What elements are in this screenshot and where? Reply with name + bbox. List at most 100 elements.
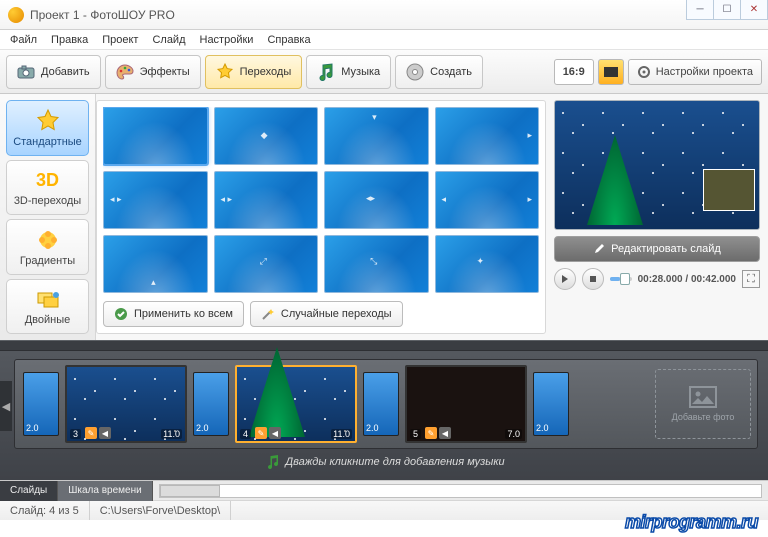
transition-chip[interactable]: 2.0 <box>193 372 229 436</box>
play-button[interactable] <box>554 268 576 290</box>
timeline-slide[interactable]: 4✎◀11.0 <box>235 365 357 443</box>
transition-thumb[interactable]: ⤡ <box>324 235 429 293</box>
tab-slides[interactable]: Слайды <box>0 481 58 501</box>
preview-inset <box>703 169 755 211</box>
sidebar-item-gradients[interactable]: Градиенты <box>6 219 89 275</box>
close-button[interactable]: ✕ <box>740 0 768 20</box>
menu-edit[interactable]: Правка <box>45 32 94 48</box>
transition-thumb[interactable]: ◂ ▸ <box>103 171 208 229</box>
timeline-slide[interactable]: 5✎◀7.0 <box>405 365 527 443</box>
toolbar: Добавить Эффекты Переходы Музыка Создать… <box>0 50 768 94</box>
timeline-slide[interactable]: 3✎◀11.0 <box>65 365 187 443</box>
3d-icon: 3D <box>35 167 61 193</box>
disc-icon <box>406 63 424 81</box>
transition-chip[interactable]: 2.0 <box>23 372 59 436</box>
timeline-strip[interactable]: 2.0 3✎◀11.0 2.0 4✎◀11.0 2.0 5✎◀7.0 2.0 Д… <box>14 359 758 449</box>
gear-icon <box>637 65 651 79</box>
gradient-icon <box>35 227 61 253</box>
window-title: Проект 1 - ФотоШОУ PRO <box>30 8 175 22</box>
apply-all-label: Применить ко всем <box>134 308 233 320</box>
project-settings-button[interactable]: Настройки проекта <box>628 59 762 85</box>
pencil-icon[interactable]: ✎ <box>85 427 97 439</box>
apply-all-button[interactable]: Применить ко всем <box>103 301 244 327</box>
edit-slide-button[interactable]: Редактировать слайд <box>554 236 760 262</box>
transitions-gallery: ◆ ▾ ▸ ◂ ▸ ◂ ▸ ◂▸ ◂▸ ▴ ⤢ ⤡ ✦ Применить ко… <box>96 100 546 334</box>
color-button[interactable] <box>598 59 624 85</box>
timeline-nav-left[interactable]: ◀ <box>0 381 12 431</box>
menu-project[interactable]: Проект <box>96 32 144 48</box>
create-button[interactable]: Создать <box>395 55 483 89</box>
stop-button[interactable] <box>582 268 604 290</box>
transitions-label: Переходы <box>240 66 292 78</box>
h-scrollbar[interactable] <box>159 484 762 498</box>
music-icon <box>317 63 335 81</box>
transition-thumb[interactable]: ▴ <box>103 235 208 293</box>
effects-label: Эффекты <box>140 66 190 78</box>
maximize-button[interactable]: ☐ <box>713 0 741 20</box>
tab-timescale[interactable]: Шкала времени <box>58 481 152 501</box>
random-label: Случайные переходы <box>281 308 392 320</box>
transition-thumb[interactable]: ▸ <box>435 107 540 165</box>
transitions-button[interactable]: Переходы <box>205 55 303 89</box>
sidebar-item-3d[interactable]: 3D 3D-переходы <box>6 160 89 216</box>
sidebar-label: Градиенты <box>20 255 75 267</box>
add-photo-label: Добавьте фото <box>672 412 735 422</box>
menu-slide[interactable]: Слайд <box>146 32 191 48</box>
sidebar-label: Двойные <box>25 314 71 326</box>
add-button[interactable]: Добавить <box>6 55 101 89</box>
effects-button[interactable]: Эффекты <box>105 55 201 89</box>
sound-icon[interactable]: ◀ <box>439 427 451 439</box>
sidebar-item-standard[interactable]: Стандартные <box>6 100 89 156</box>
star-icon <box>216 63 234 81</box>
bottom-bar: Слайды Шкала времени <box>0 480 768 500</box>
sidebar: Стандартные 3D 3D-переходы Градиенты Дво… <box>0 94 96 340</box>
status-slide: Слайд: 4 из 5 <box>0 501 90 520</box>
image-icon <box>689 386 717 408</box>
camera-icon <box>17 63 35 81</box>
transition-thumb[interactable]: ▾ <box>324 107 429 165</box>
transition-chip[interactable]: 2.0 <box>533 372 569 436</box>
add-photo-button[interactable]: Добавьте фото <box>655 369 751 439</box>
transition-thumb[interactable]: ⤢ <box>214 235 319 293</box>
time-display: 00:28.000 / 00:42.000 <box>638 274 736 285</box>
seek-slider[interactable] <box>610 277 632 281</box>
gallery-buttons: Применить ко всем Случайные переходы <box>103 295 539 327</box>
transition-chip[interactable]: 2.0 <box>363 372 399 436</box>
transition-thumb[interactable]: ◆ <box>214 107 319 165</box>
music-button[interactable]: Музыка <box>306 55 391 89</box>
pencil-icon[interactable]: ✎ <box>255 427 267 439</box>
sound-icon[interactable]: ◀ <box>269 427 281 439</box>
transition-thumb[interactable]: ✦ <box>435 235 540 293</box>
project-settings-label: Настройки проекта <box>656 66 753 78</box>
transition-thumb[interactable]: ◂▸ <box>435 171 540 229</box>
transition-thumb[interactable]: ◂▸ <box>324 171 429 229</box>
random-button[interactable]: Случайные переходы <box>250 301 403 327</box>
music-icon <box>267 455 279 469</box>
edit-slide-label: Редактировать слайд <box>611 243 721 255</box>
add-label: Добавить <box>41 66 90 78</box>
star-icon <box>35 108 61 134</box>
aspect-ratio[interactable]: 16:9 <box>554 59 594 85</box>
window-buttons: ─ ☐ ✕ <box>687 0 768 20</box>
menu-file[interactable]: Файл <box>4 32 43 48</box>
transition-thumb[interactable] <box>103 107 208 165</box>
toolbar-right: 16:9 Настройки проекта <box>554 59 762 85</box>
create-label: Создать <box>430 66 472 78</box>
sound-icon[interactable]: ◀ <box>99 427 111 439</box>
music-track[interactable]: Дважды кликните для добавления музыки <box>14 453 758 471</box>
titlebar: Проект 1 - ФотоШОУ PRO ─ ☐ ✕ <box>0 0 768 30</box>
fullscreen-button[interactable]: ⛶ <box>742 270 760 288</box>
minimize-button[interactable]: ─ <box>686 0 714 20</box>
sidebar-item-double[interactable]: Двойные <box>6 279 89 335</box>
music-hint: Дважды кликните для добавления музыки <box>285 456 504 468</box>
gallery-grid: ◆ ▾ ▸ ◂ ▸ ◂ ▸ ◂▸ ◂▸ ▴ ⤢ ⤡ ✦ <box>103 107 539 295</box>
status-path: C:\Users\Forve\Desktop\ <box>90 501 231 520</box>
menu-settings[interactable]: Настройки <box>194 32 260 48</box>
preview-panel: Редактировать слайд 00:28.000 / 00:42.00… <box>550 94 768 340</box>
timeline: ◀ 2.0 3✎◀11.0 2.0 4✎◀11.0 2.0 5✎◀7.0 2.0… <box>0 340 768 480</box>
pencil-icon[interactable]: ✎ <box>425 427 437 439</box>
preview-viewport[interactable] <box>554 100 760 230</box>
transition-thumb[interactable]: ◂ ▸ <box>214 171 319 229</box>
menu-help[interactable]: Справка <box>261 32 316 48</box>
pencil-icon <box>593 243 605 255</box>
